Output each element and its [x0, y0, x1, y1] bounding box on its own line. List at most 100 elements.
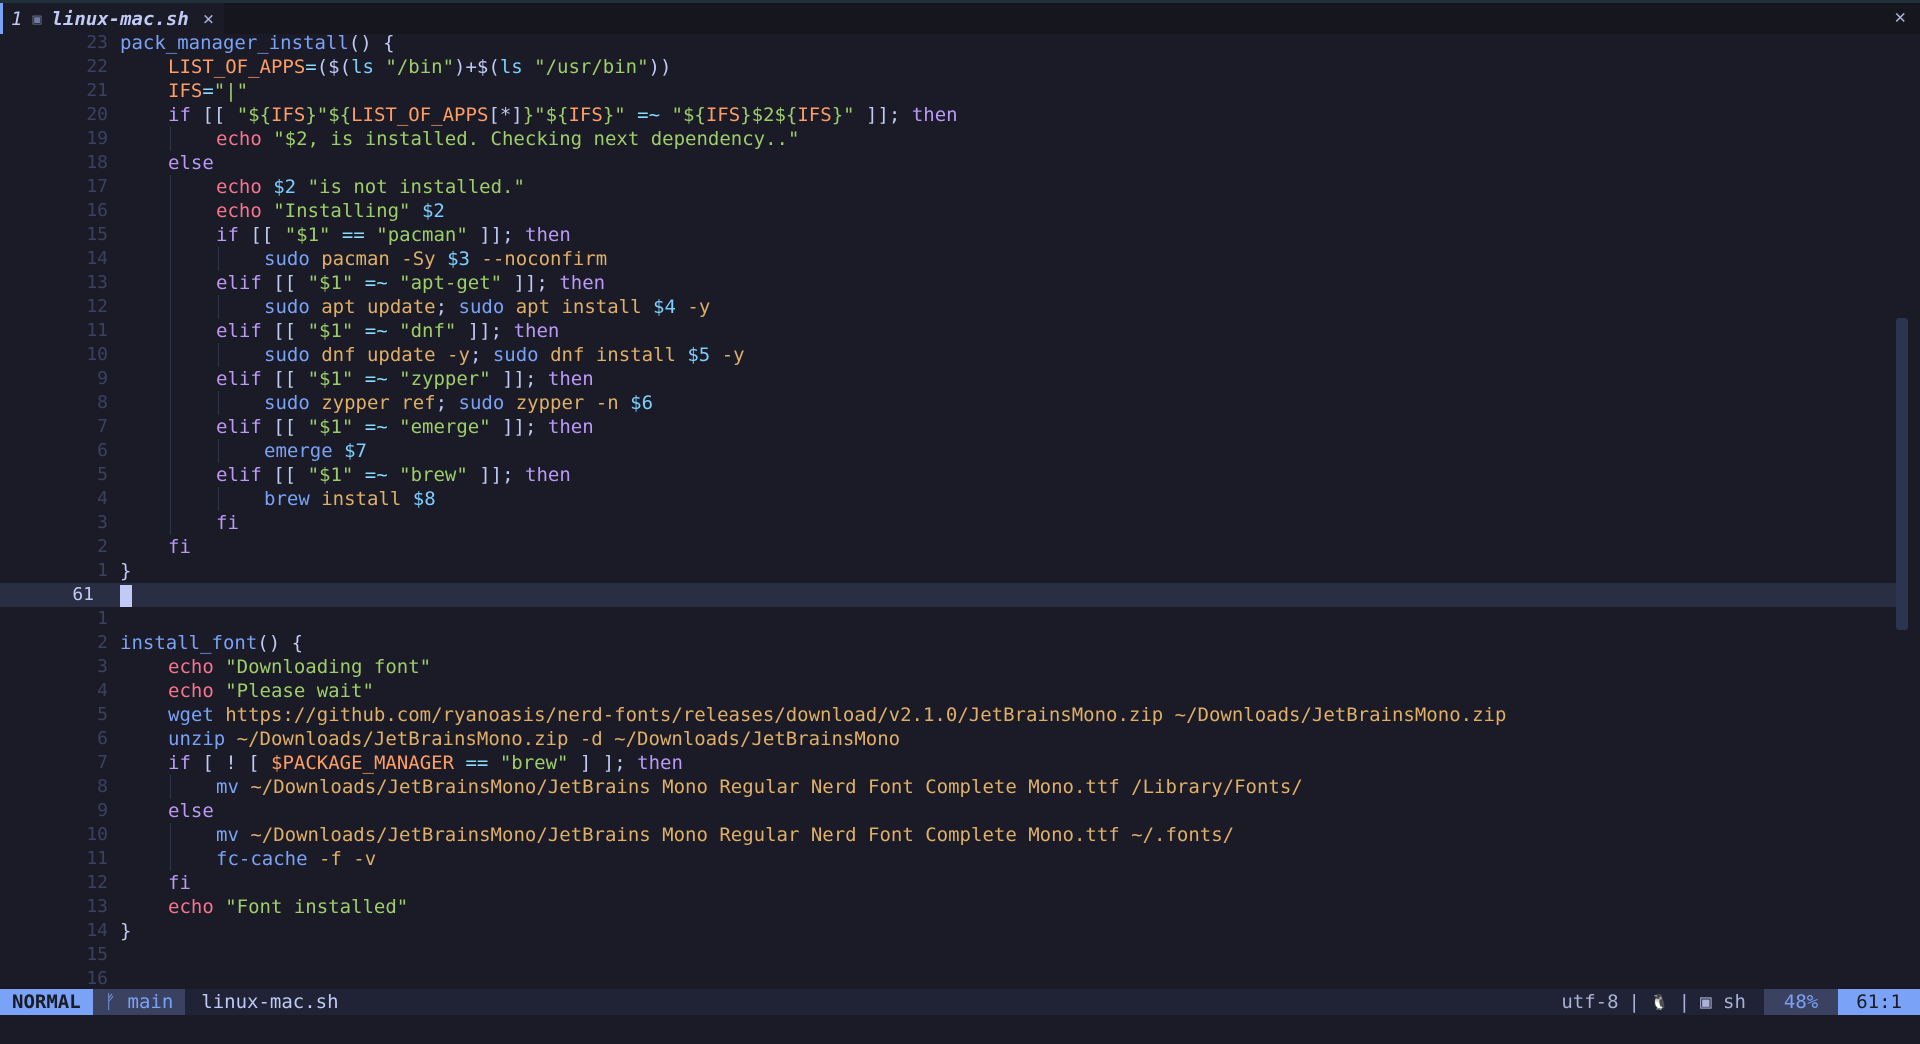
code-line[interactable]: 4 brew install $8 [0, 487, 1896, 511]
code-line[interactable]: 4 echo "Please wait" [0, 679, 1896, 703]
code-text: emerge $7 [264, 440, 367, 462]
line-number: 17 [86, 176, 108, 197]
indent-guide [170, 223, 171, 247]
code-line[interactable]: 1} [0, 559, 1896, 583]
indent-guide [170, 439, 171, 463]
line-number: 5 [97, 704, 108, 725]
line-number: 14 [86, 920, 108, 941]
line-number: 11 [86, 320, 108, 341]
code-text: fc-cache -f -v [216, 848, 377, 870]
window-close-icon[interactable]: ✕ [1895, 6, 1906, 28]
indent-guide [218, 487, 219, 511]
code-line[interactable]: 5 wget https://github.com/ryanoasis/nerd-… [0, 703, 1896, 727]
file-encoding: utf-8 [1561, 991, 1619, 1013]
code-line[interactable]: 9 else [0, 799, 1896, 823]
code-text: mv ~/Downloads/JetBrainsMono/JetBrains M… [216, 776, 1303, 798]
code-editor[interactable]: 23 pack_manager_install() {22 LIST_OF_APPS… [0, 31, 1920, 989]
line-number: 7 [97, 752, 108, 773]
code-line[interactable]: 11 fc-cache -f -v [0, 847, 1896, 871]
indent-guide [170, 463, 171, 487]
code-line[interactable]: 3 echo "Downloading font" [0, 655, 1896, 679]
code-line[interactable]: 23 pack_manager_install() { [0, 31, 1896, 55]
line-number: 8 [97, 392, 108, 413]
code-text: install_font() { [120, 632, 304, 654]
code-line[interactable]: 8 mv ~/Downloads/JetBrainsMono/JetBrains … [0, 775, 1896, 799]
code-text: echo $2 "is not installed." [216, 176, 525, 198]
code-text: echo "Font installed" [168, 896, 409, 918]
line-number: 3 [97, 512, 108, 533]
git-branch-name: main [127, 991, 174, 1013]
code-line[interactable]: 12 fi [0, 871, 1896, 895]
code-text: LIST_OF_APPS=($(ls "/bin")+$(ls "/usr/bi… [168, 56, 672, 78]
line-number: 9 [97, 800, 108, 821]
code-line[interactable]: 5 elif [[ "$1" =~ "brew" ]]; then [0, 463, 1896, 487]
command-line[interactable] [0, 1015, 1920, 1044]
indent-guide [170, 127, 171, 151]
code-line[interactable]: 13 elif [[ "$1" =~ "apt-get" ]]; then [0, 271, 1896, 295]
code-text: else [168, 152, 214, 174]
code-line[interactable]: 18 else [0, 151, 1896, 175]
current-line[interactable]: 61 [0, 583, 1896, 607]
code-text: fi [168, 536, 191, 558]
code-line[interactable]: 7 elif [[ "$1" =~ "emerge" ]]; then [0, 415, 1896, 439]
code-line[interactable]: 16 [0, 967, 1896, 991]
line-number: 10 [86, 344, 108, 365]
code-line[interactable]: 9 elif [[ "$1" =~ "zypper" ]]; then [0, 367, 1896, 391]
code-line[interactable]: 20 if [[ "${IFS}"${LIST_OF_APPS[*]}"${IFS… [0, 103, 1896, 127]
code-line[interactable]: 14} [0, 919, 1896, 943]
code-line[interactable]: 16 echo "Installing" $2 [0, 199, 1896, 223]
status-filename: linux-mac.sh [201, 991, 339, 1013]
code-line[interactable]: 3 fi [0, 511, 1896, 535]
status-separator-2: | [1678, 991, 1691, 1013]
code-text: IFS="|" [168, 80, 249, 102]
line-number: 1 [97, 560, 108, 581]
code-line[interactable]: 19 echo "$2, is installed. Checking next … [0, 127, 1896, 151]
line-number: 10 [86, 824, 108, 845]
line-number: 15 [86, 224, 108, 245]
code-text: echo "Installing" $2 [216, 200, 445, 222]
code-line[interactable]: 11 elif [[ "$1" =~ "dnf" ]]; then [0, 319, 1896, 343]
code-text: if [[ "${IFS}"${LIST_OF_APPS[*]}"${IFS}"… [168, 104, 958, 126]
code-text: if [[ "$1" == "pacman" ]]; then [216, 224, 571, 246]
line-number: 16 [86, 968, 108, 989]
indent-guide [170, 847, 171, 871]
code-text: elif [[ "$1" =~ "zypper" ]]; then [216, 368, 594, 390]
tab-close-icon[interactable]: × [203, 8, 214, 30]
scrollbar-thumb[interactable] [1896, 318, 1908, 630]
code-line[interactable]: 6 emerge $7 [0, 439, 1896, 463]
tab-linux-mac-sh[interactable]: 1 ▣ linux-mac.sh × [0, 3, 225, 34]
indent-guide [170, 175, 171, 199]
code-line[interactable]: 6 unzip ~/Downloads/JetBrainsMono.zip -d … [0, 727, 1896, 751]
code-line[interactable]: 1 [0, 607, 1896, 631]
tabline: 1 ▣ linux-mac.sh × ✕ [0, 0, 1920, 34]
line-number: 13 [86, 272, 108, 293]
code-line[interactable]: 8 sudo zypper ref; sudo zypper -n $6 [0, 391, 1896, 415]
status-separator: | [1628, 991, 1640, 1013]
code-line[interactable]: 10 sudo dnf update -y; sudo dnf install $… [0, 343, 1896, 367]
code-line[interactable]: 14 sudo pacman -Sy $3 --noconfirm [0, 247, 1896, 271]
code-line[interactable]: 2 install_font() { [0, 631, 1896, 655]
line-number: 15 [86, 944, 108, 965]
code-line[interactable]: 10 mv ~/Downloads/JetBrainsMono/JetBrains… [0, 823, 1896, 847]
code-text: if [ ! [ $PACKAGE_MANAGER == "brew" ] ];… [168, 752, 683, 774]
line-number: 16 [86, 200, 108, 221]
code-line[interactable]: 21 IFS="|" [0, 79, 1896, 103]
code-line[interactable]: 2 fi [0, 535, 1896, 559]
code-text: echo "$2, is installed. Checking next de… [216, 128, 800, 150]
statusline: NORMAL ᚠ main linux-mac.sh utf-8 | 🐧 | ▣… [0, 989, 1920, 1015]
line-number: 4 [97, 488, 108, 509]
code-line[interactable]: 17 echo $2 "is not installed." [0, 175, 1896, 199]
code-line[interactable]: 12 sudo apt update; sudo apt install $4 -… [0, 295, 1896, 319]
code-text: elif [[ "$1" =~ "brew" ]]; then [216, 464, 571, 486]
code-line[interactable]: 22 LIST_OF_APPS=($(ls "/bin")+$(ls "/usr/… [0, 55, 1896, 79]
code-text: sudo zypper ref; sudo zypper -n $6 [264, 392, 654, 414]
indent-guide [170, 415, 171, 439]
code-line[interactable]: 7 if [ ! [ $PACKAGE_MANAGER == "brew" ] ]… [0, 751, 1896, 775]
code-text: pack_manager_install() { [120, 32, 395, 54]
code-text: echo "Downloading font" [168, 656, 432, 678]
indent-guide [218, 343, 219, 367]
code-line[interactable]: 15 if [[ "$1" == "pacman" ]]; then [0, 223, 1896, 247]
code-line[interactable]: 13 echo "Font installed" [0, 895, 1896, 919]
code-line[interactable]: 15 [0, 943, 1896, 967]
line-number: 22 [86, 56, 108, 77]
